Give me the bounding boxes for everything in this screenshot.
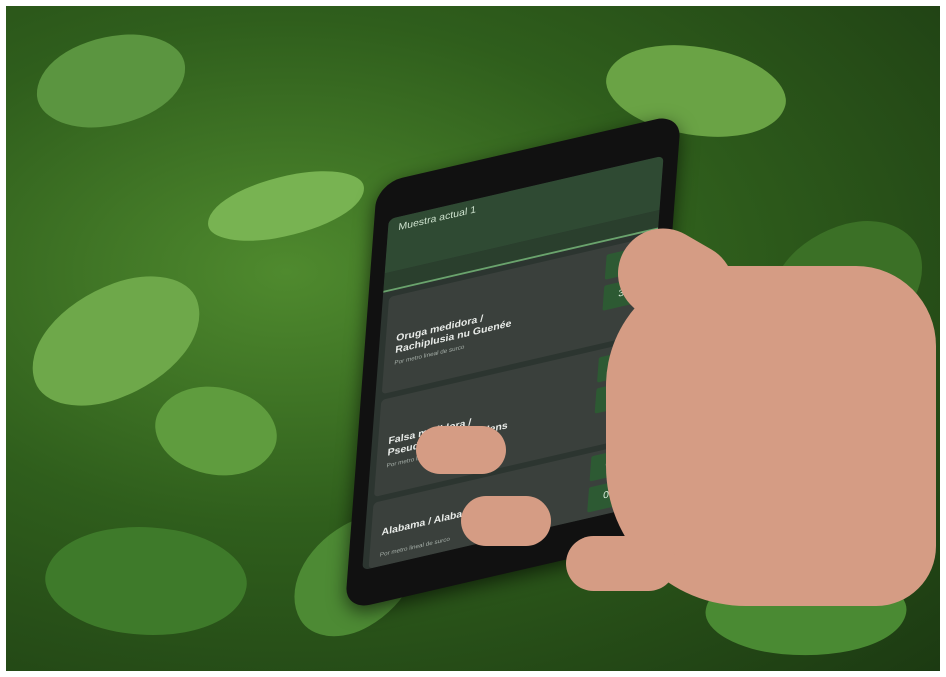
finger bbox=[461, 496, 551, 546]
leaf bbox=[37, 509, 255, 653]
leaf bbox=[142, 364, 290, 498]
pest-subtitle: Por metro lineal de surco bbox=[379, 536, 451, 559]
finger bbox=[416, 426, 506, 474]
finger bbox=[566, 536, 676, 591]
pest-name: Oruga medidora / Rachiplusia nu Guenée bbox=[394, 313, 512, 356]
leaf bbox=[202, 162, 370, 250]
photo: Muestra actual 1 Oruga medidora / Rachip… bbox=[6, 6, 940, 671]
leaf bbox=[32, 29, 190, 133]
